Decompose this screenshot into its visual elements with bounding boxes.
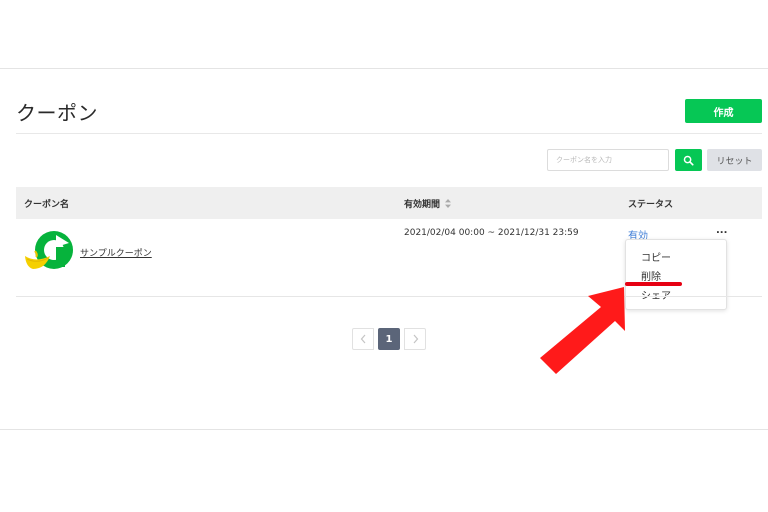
menu-item-delete[interactable]: 削除 <box>641 268 661 283</box>
menu-item-share[interactable]: シェア <box>641 287 671 302</box>
top-divider <box>0 68 768 69</box>
row-divider <box>16 296 762 297</box>
page-title: クーポン <box>16 101 98 125</box>
column-header-period-label: 有効期間 <box>404 200 441 210</box>
coupon-period: 2021/02/04 00:00 ~ 2021/12/31 23:59 <box>404 228 579 238</box>
search-icon <box>683 155 694 166</box>
column-header-period[interactable]: 有効期間 <box>404 197 452 211</box>
column-header-status: ステータス <box>628 200 674 210</box>
chevron-left-icon <box>360 334 365 344</box>
title-divider <box>16 133 762 134</box>
sort-icon[interactable] <box>445 198 452 211</box>
search-button[interactable] <box>675 149 702 171</box>
pagination-prev-button[interactable] <box>352 328 374 350</box>
annotation-arrow-icon <box>540 287 625 374</box>
menu-item-copy[interactable]: コピー <box>641 249 671 264</box>
table-header: クーポン名 有効期間 ステータス <box>16 187 762 219</box>
pagination-page-button[interactable]: 1 <box>378 328 400 350</box>
create-button[interactable]: 作成 <box>685 99 762 123</box>
search-input[interactable] <box>547 149 669 171</box>
column-header-name: クーポン名 <box>24 200 70 210</box>
coupon-name-link[interactable]: サンプルクーポン <box>80 246 152 259</box>
reset-button[interactable]: リセット <box>707 149 762 171</box>
more-options-button[interactable]: ... <box>716 225 727 236</box>
row-action-menu: コピー 削除 シェア <box>625 239 727 310</box>
bottom-divider <box>0 429 768 430</box>
chevron-right-icon <box>413 334 418 344</box>
coupon-thumbnail <box>25 231 73 269</box>
pagination-next-button[interactable] <box>404 328 426 350</box>
